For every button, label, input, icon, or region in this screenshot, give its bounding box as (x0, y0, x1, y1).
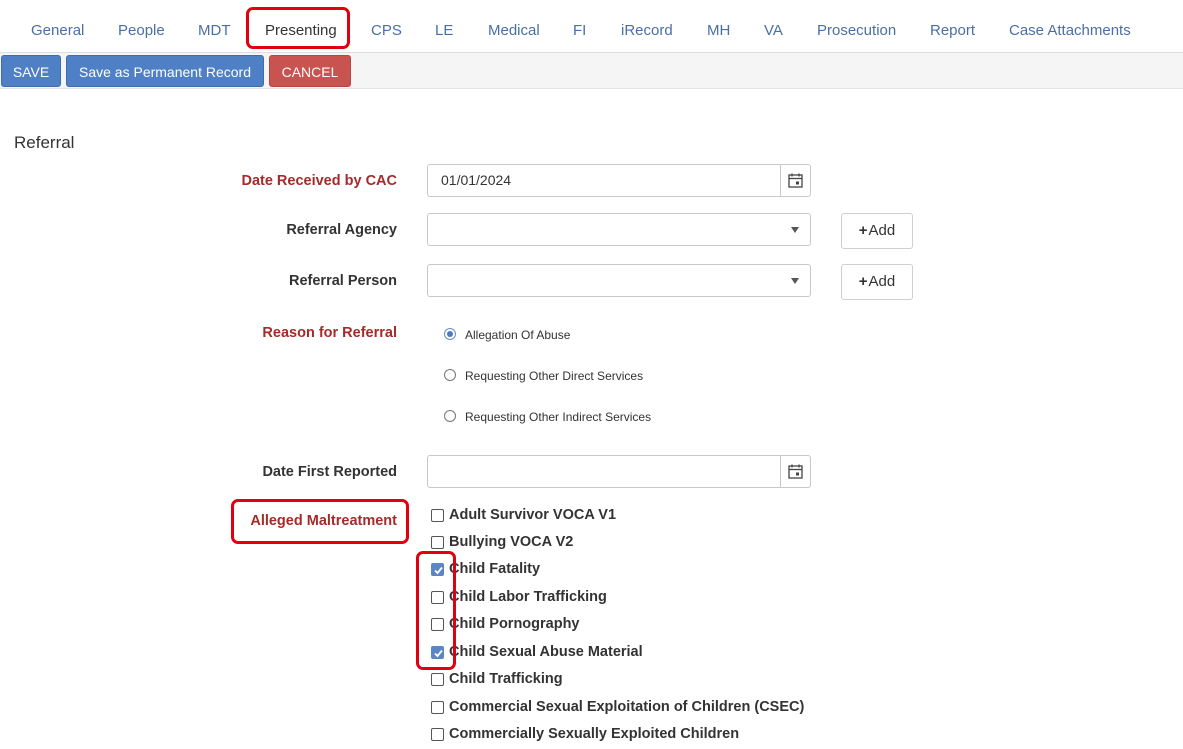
date-first-reported-calendar-button[interactable] (780, 456, 810, 487)
tab-le[interactable]: LE (435, 22, 453, 39)
radio-label: Allegation Of Abuse (465, 328, 571, 342)
referral-person-label: Referral Person (289, 273, 397, 289)
checkbox[interactable] (431, 536, 444, 549)
date-received-calendar-button[interactable] (780, 165, 810, 196)
highlight-presenting-tab (246, 7, 350, 49)
add-referral-agency-button[interactable]: +Add (841, 213, 913, 249)
tab-bar: General People MDT Presenting CPS LE Med… (0, 0, 1183, 53)
add-referral-person-button[interactable]: +Add (841, 264, 913, 300)
checkbox-label: Bullying VOCA V2 (449, 534, 574, 550)
date-first-reported-label: Date First Reported (262, 464, 397, 480)
plus-icon: + (858, 222, 868, 239)
radio-button[interactable] (444, 328, 456, 340)
plus-icon: + (858, 273, 868, 290)
date-received-label: Date Received by CAC (241, 173, 397, 189)
add-referral-person-label: Add (868, 273, 896, 290)
tab-report[interactable]: Report (930, 22, 975, 39)
tab-people[interactable]: People (118, 22, 165, 39)
checkbox[interactable] (431, 673, 444, 686)
tab-general[interactable]: General (31, 22, 84, 39)
calendar-icon (788, 464, 803, 479)
tab-cps[interactable]: CPS (371, 22, 402, 39)
checkbox[interactable] (431, 701, 444, 714)
referral-person-select[interactable] (427, 264, 811, 297)
date-first-reported-field[interactable] (427, 455, 811, 488)
date-received-value[interactable]: 01/01/2024 (441, 172, 511, 188)
save-button[interactable]: SAVE (1, 55, 61, 87)
tab-case-attachments[interactable]: Case Attachments (1009, 22, 1131, 39)
tab-va[interactable]: VA (764, 22, 783, 39)
calendar-icon (788, 173, 803, 188)
date-received-field[interactable]: 01/01/2024 (427, 164, 811, 197)
checkbox-label: Child Trafficking (449, 671, 563, 687)
tab-mdt[interactable]: MDT (198, 22, 231, 39)
radio-button[interactable] (444, 410, 456, 422)
section-title: Referral (14, 133, 75, 152)
reason-for-referral-label: Reason for Referral (262, 325, 397, 341)
save-permanent-record-button[interactable]: Save as Permanent Record (66, 55, 264, 87)
cancel-button[interactable]: CANCEL (269, 55, 351, 87)
add-referral-agency-label: Add (868, 222, 896, 239)
checkbox-label: Child Fatality (449, 561, 541, 577)
highlight-alleged-maltreatment (231, 499, 409, 544)
checkbox-label: Child Pornography (449, 616, 580, 632)
checkbox[interactable] (431, 728, 444, 741)
referral-agency-select[interactable] (427, 213, 811, 246)
tab-mh[interactable]: MH (707, 22, 730, 39)
tab-irecord[interactable]: iRecord (621, 22, 673, 39)
tab-prosecution[interactable]: Prosecution (817, 22, 896, 39)
checkbox-label: Commercially Sexually Exploited Children (449, 726, 740, 742)
tab-fi[interactable]: FI (573, 22, 586, 39)
checkbox-label: Child Labor Trafficking (449, 589, 607, 605)
chevron-down-icon (791, 278, 799, 284)
highlight-checkbox-column (416, 551, 456, 670)
checkbox-label: Child Sexual Abuse Material (449, 644, 643, 660)
tab-medical[interactable]: Medical (488, 22, 540, 39)
checkbox-label: Commercial Sexual Exploitation of Childr… (449, 699, 805, 715)
chevron-down-icon (791, 227, 799, 233)
checkbox-label: Adult Survivor VOCA V1 (449, 507, 617, 523)
referral-agency-label: Referral Agency (286, 222, 397, 238)
radio-label: Requesting Other Indirect Services (465, 410, 652, 424)
checkbox[interactable] (431, 509, 444, 522)
toolbar: SAVE Save as Permanent Record CANCEL (0, 53, 1183, 89)
radio-button[interactable] (444, 369, 456, 381)
radio-label: Requesting Other Direct Services (465, 369, 644, 383)
